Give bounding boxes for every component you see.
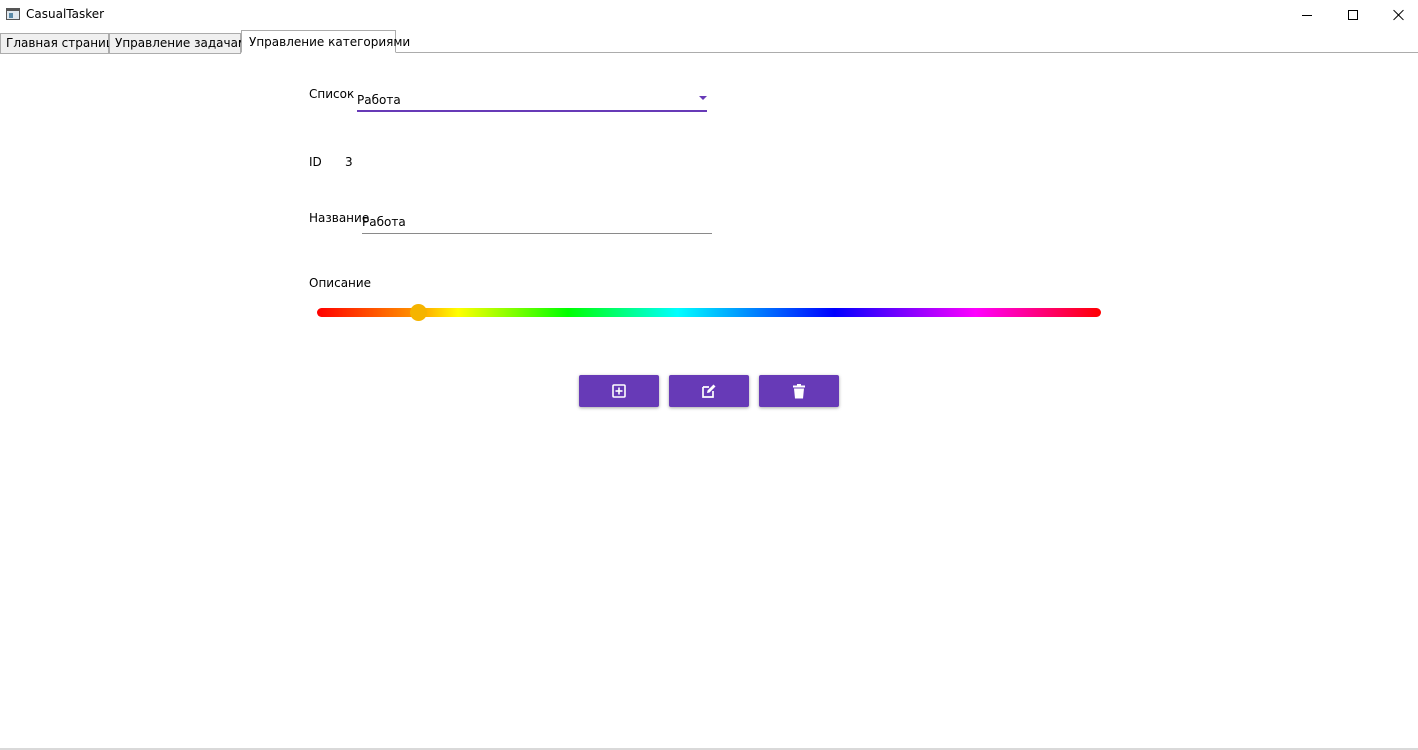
pencil-square-icon xyxy=(702,384,716,398)
edit-category-button[interactable] xyxy=(669,375,749,407)
color-hue-slider-thumb[interactable] xyxy=(410,304,428,321)
list-label: Список xyxy=(309,87,355,101)
tab-task-management[interactable]: Управление задачами xyxy=(109,33,255,54)
delete-category-button[interactable] xyxy=(759,375,839,407)
title-bar: CasualTasker xyxy=(0,0,1418,30)
name-label: Название xyxy=(309,211,370,225)
description-label: Описание xyxy=(309,276,372,290)
app-window-icon xyxy=(6,8,20,20)
minimize-icon xyxy=(1302,14,1312,16)
window-title: CasualTasker xyxy=(26,7,105,21)
close-icon xyxy=(1393,9,1405,21)
trash-icon xyxy=(793,383,805,398)
minimize-button[interactable] xyxy=(1284,0,1330,30)
add-category-button[interactable] xyxy=(579,375,659,407)
name-input-value: Работа xyxy=(362,215,406,229)
plus-box-icon xyxy=(612,384,626,398)
id-value: 3 xyxy=(345,155,353,169)
close-button[interactable] xyxy=(1376,0,1418,30)
name-input[interactable]: Работа xyxy=(362,210,712,234)
maximize-icon xyxy=(1348,10,1358,20)
tab-category-management[interactable]: Управление категориями xyxy=(241,30,410,53)
color-hue-slider-track[interactable] xyxy=(317,308,1101,317)
id-label: ID xyxy=(309,155,322,169)
category-list-combobox[interactable]: Работа xyxy=(357,88,707,112)
category-list-selected-value: Работа xyxy=(357,93,401,107)
dropdown-arrow-icon xyxy=(699,96,707,100)
maximize-button[interactable] xyxy=(1330,0,1376,30)
tab-home[interactable]: Главная страница xyxy=(0,33,121,54)
